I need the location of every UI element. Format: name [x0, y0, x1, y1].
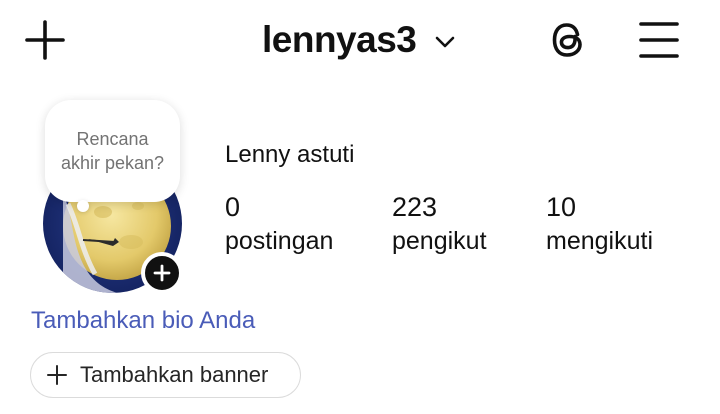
top-bar: lennyas3 [0, 0, 720, 82]
stat-followers[interactable]: 223 pengikut [392, 190, 487, 258]
posts-label: postingan [225, 227, 334, 255]
profile-full-name: Lenny astuti [225, 141, 355, 168]
stat-following[interactable]: 10 mengikuti [546, 190, 653, 258]
posts-count: 0 [225, 192, 241, 222]
following-count: 10 [546, 192, 577, 222]
add-bio-link[interactable]: Tambahkan bio Anda [31, 307, 255, 335]
add-banner-button[interactable]: Tambahkan banner [30, 352, 301, 398]
menu-button[interactable] [636, 18, 682, 62]
followers-count: 223 [392, 192, 438, 222]
note-text: Rencana akhir pekan? [60, 129, 165, 173]
chevron-down-icon [436, 36, 455, 48]
create-button[interactable] [22, 17, 68, 63]
username: lennyas3 [262, 19, 417, 60]
note-bubble[interactable]: Rencana akhir pekan? [45, 100, 180, 202]
hamburger-menu-icon [639, 22, 679, 58]
account-switcher[interactable]: lennyas3 [262, 14, 456, 66]
plus-icon [47, 365, 67, 385]
plus-icon [153, 264, 171, 282]
add-story-button[interactable] [141, 252, 183, 294]
plus-icon [25, 20, 65, 60]
threads-button[interactable] [546, 17, 592, 63]
followers-label: pengikut [392, 227, 487, 255]
stat-posts[interactable]: 0 postingan [225, 190, 333, 258]
following-label: mengikuti [546, 227, 653, 255]
note-bubble-tail [77, 200, 89, 212]
add-banner-label: Tambahkan banner [80, 362, 269, 387]
threads-icon [552, 23, 582, 57]
